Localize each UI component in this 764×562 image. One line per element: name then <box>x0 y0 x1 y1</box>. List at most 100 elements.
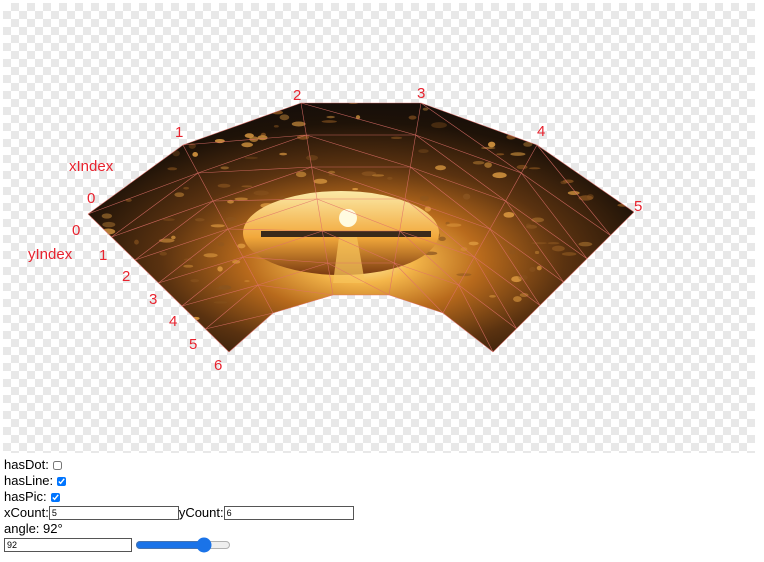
wave-highlight <box>387 176 393 180</box>
wave-highlight <box>210 224 225 228</box>
wave-highlight <box>496 153 505 156</box>
wave-highlight <box>295 171 307 178</box>
wave-highlight <box>422 107 429 111</box>
wave-highlight <box>510 152 526 156</box>
y-index-label: 0 <box>72 222 80 239</box>
wave-highlight <box>492 172 507 179</box>
wave-highlight <box>306 155 318 161</box>
wave-highlight <box>194 218 205 222</box>
wave-highlight <box>438 236 446 242</box>
x-index-label: 4 <box>537 123 545 140</box>
wave-highlight <box>560 180 568 185</box>
wave-highlight <box>567 190 580 195</box>
has-dot-label: hasDot: <box>4 457 49 472</box>
x-index-label: 5 <box>634 198 642 215</box>
has-line-checkbox[interactable] <box>57 476 67 486</box>
warped-image <box>88 103 634 352</box>
wave-highlight <box>547 241 560 245</box>
angle-input-row <box>4 537 354 553</box>
wave-highlight <box>234 197 248 201</box>
wave-highlight <box>279 152 288 156</box>
wave-highlight <box>217 183 231 188</box>
wave-highlight <box>578 195 593 201</box>
wave-highlight <box>253 190 269 196</box>
wave-highlight <box>257 135 268 141</box>
wave-highlight <box>472 160 485 165</box>
wave-highlight <box>321 120 337 123</box>
wave-highlight <box>462 193 471 200</box>
wave-highlight <box>516 164 528 170</box>
wave-highlight <box>134 239 139 245</box>
wave-highlight <box>435 165 446 171</box>
wave-highlight <box>291 121 306 127</box>
has-line-label: hasLine: <box>4 473 54 488</box>
wave-highlight <box>531 242 547 245</box>
wave-highlight <box>190 279 200 283</box>
wave-highlight <box>172 150 180 157</box>
angle-label-row: angle: 92° <box>4 521 354 537</box>
has-dot-checkbox[interactable] <box>52 460 62 470</box>
warp-canvas: 012 345 0123456 xIndex yIndex <box>28 85 642 374</box>
has-pic-checkbox[interactable] <box>50 492 60 502</box>
wave-highlight <box>183 264 194 268</box>
y-index-label: 3 <box>149 291 157 308</box>
x-index-label: 2 <box>293 87 301 104</box>
wave-highlight <box>244 280 250 283</box>
wave-highlight <box>513 296 522 302</box>
wave-highlight <box>525 223 532 228</box>
wave-highlight <box>232 260 241 264</box>
wave-highlight <box>171 235 176 240</box>
wave-highlight <box>220 166 229 170</box>
wave-highlight <box>162 218 175 222</box>
wave-highlight <box>241 142 254 148</box>
wave-highlight <box>167 167 178 171</box>
wave-highlight <box>536 265 542 271</box>
wave-highlight <box>468 241 479 246</box>
wave-highlight <box>213 301 228 304</box>
wave-highlight <box>431 122 447 129</box>
wave-highlight <box>273 124 279 128</box>
wave-highlight <box>561 252 577 256</box>
angle-input[interactable] <box>4 538 132 552</box>
wave-highlight <box>183 186 190 190</box>
y-index-label: 2 <box>122 268 130 285</box>
wave-highlight <box>102 221 116 228</box>
wave-highlight <box>551 245 565 252</box>
wave-highlight <box>529 266 536 273</box>
wave-highlight <box>225 216 237 222</box>
y-index-label: 1 <box>99 247 107 264</box>
has-line-row: hasLine: <box>4 473 354 489</box>
x-count-label: xCount: <box>4 505 49 520</box>
wave-highlight <box>174 192 185 197</box>
wave-highlight <box>217 242 225 247</box>
y-count-label: yCount: <box>178 505 224 520</box>
y-count-input[interactable] <box>223 506 354 520</box>
wave-highlight <box>203 253 218 258</box>
wave-highlight <box>528 167 541 170</box>
angle-slider[interactable] <box>135 538 231 552</box>
angle-label: angle: 92° <box>4 521 63 536</box>
x-count-input[interactable] <box>48 506 179 520</box>
wave-highlight <box>313 178 328 184</box>
wave-highlight <box>489 294 496 298</box>
wave-highlight <box>159 251 167 256</box>
wave-highlight <box>371 174 385 177</box>
wave-highlight <box>408 115 417 120</box>
wave-highlight <box>446 223 462 227</box>
wave-highlight <box>326 115 335 119</box>
y-index-label: 5 <box>189 336 197 353</box>
wave-highlight <box>237 243 246 249</box>
wave-highlight <box>218 285 232 290</box>
y-index-axis-label: yIndex <box>28 246 73 263</box>
has-pic-row: hasPic: <box>4 489 354 505</box>
wave-highlight <box>503 211 515 218</box>
wave-highlight <box>418 149 429 154</box>
count-row: xCount: yCount: <box>4 505 354 521</box>
has-dot-row: hasDot: <box>4 457 354 473</box>
wave-highlight <box>578 241 593 247</box>
wave-highlight <box>509 249 516 255</box>
y-index-label: 4 <box>169 313 177 330</box>
wave-highlight <box>487 141 496 148</box>
wave-highlight <box>244 156 258 160</box>
x-index-label: 0 <box>87 190 95 207</box>
